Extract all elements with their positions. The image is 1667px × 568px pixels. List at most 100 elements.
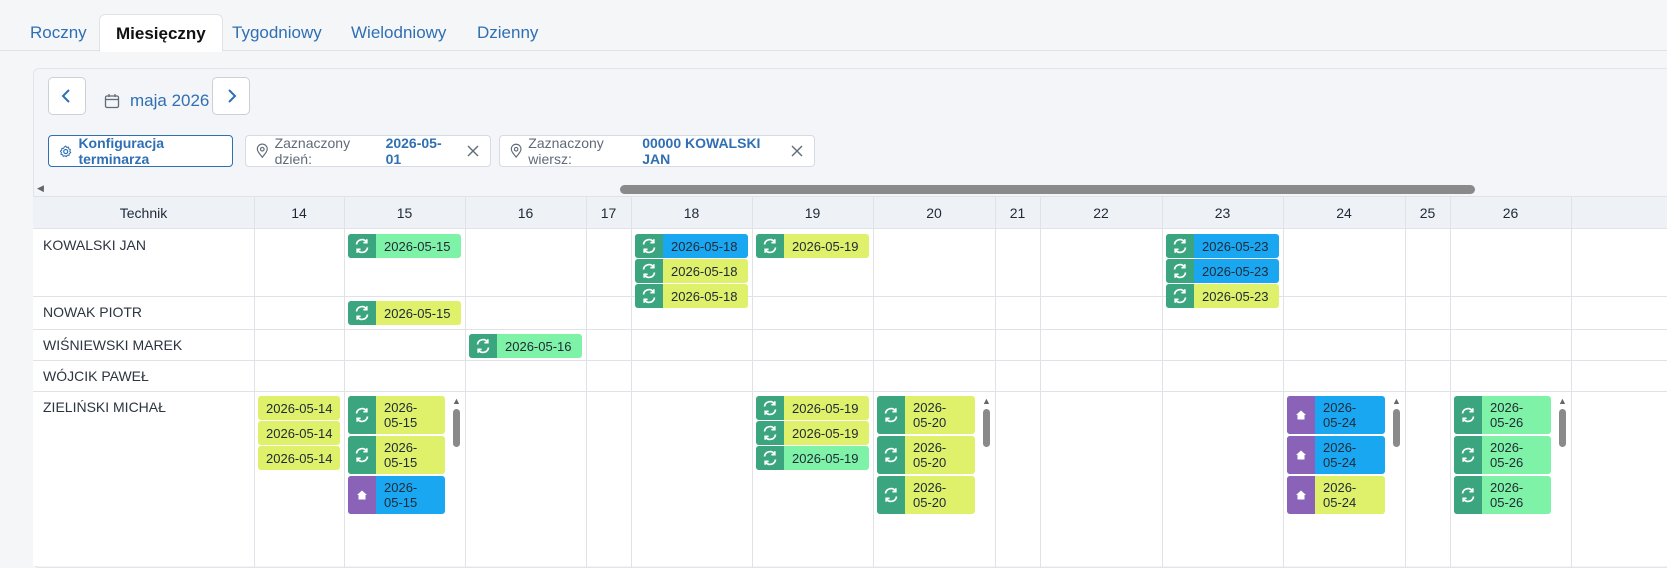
event-date: 2026-05-23 bbox=[1202, 238, 1269, 254]
event-date: 2026-05-20 bbox=[913, 400, 947, 430]
cell-scrollbar[interactable]: ▲ bbox=[1557, 397, 1567, 487]
day-header-21[interactable]: 21 bbox=[995, 197, 1040, 229]
cell-scrollbar[interactable]: ▲ bbox=[451, 397, 461, 487]
chevron-left-icon bbox=[61, 89, 70, 103]
event-block[interactable]: 2026-05-15 bbox=[348, 301, 461, 325]
event-block[interactable]: 2026-05-20 bbox=[877, 436, 975, 474]
day-header-25[interactable]: 25 bbox=[1405, 197, 1450, 229]
event-date: 2026-05-18 bbox=[671, 263, 738, 279]
event-date: 2026-05-19 bbox=[792, 400, 859, 416]
event-block[interactable]: 2026-05-18 bbox=[635, 259, 748, 283]
day-header-19[interactable]: 19 bbox=[752, 197, 873, 229]
event-block[interactable]: 2026-05-20 bbox=[877, 476, 975, 514]
event-date: 2026-05-16 bbox=[505, 338, 572, 354]
event-block[interactable]: 2026-05-19 bbox=[756, 234, 869, 258]
scroll-left-arrow-icon[interactable]: ◀ bbox=[37, 183, 44, 194]
day-header-14[interactable]: 14 bbox=[254, 197, 344, 229]
event-block[interactable]: 2026-05-23 bbox=[1166, 284, 1279, 308]
event-date: 2026-05-14 bbox=[266, 425, 333, 441]
day-header-26[interactable]: 26 bbox=[1450, 197, 1571, 229]
prev-month-button[interactable] bbox=[48, 77, 86, 115]
event-block[interactable]: 2026-05-14 bbox=[258, 446, 340, 470]
event-block[interactable]: 2026-05-24 bbox=[1287, 476, 1385, 514]
refresh-icon bbox=[1454, 476, 1482, 514]
cell-scrollbar-thumb[interactable] bbox=[983, 409, 990, 447]
event-date: 2026-05-14 bbox=[266, 400, 333, 416]
refresh-icon bbox=[756, 446, 784, 470]
month-picker[interactable]: maja 2026 bbox=[104, 88, 209, 114]
column-divider bbox=[1283, 197, 1284, 567]
refresh-icon bbox=[635, 234, 663, 258]
column-divider bbox=[1450, 197, 1451, 567]
event-block[interactable]: 2026-05-26 bbox=[1454, 476, 1551, 514]
day-header-16[interactable]: 16 bbox=[465, 197, 586, 229]
cell-scrollbar[interactable]: ▲ bbox=[1391, 397, 1401, 487]
tab-miesieczny[interactable]: Miesięczny bbox=[99, 14, 223, 52]
config-button[interactable]: Konfiguracja terminarza bbox=[48, 135, 233, 167]
cell-scrollbar-thumb[interactable] bbox=[1559, 409, 1566, 447]
event-date: 2026-05-15 bbox=[384, 440, 418, 470]
event-block[interactable]: 2026-05-15 bbox=[348, 396, 445, 434]
event-date: 2026-05-15 bbox=[384, 480, 418, 510]
tab-dzienny[interactable]: Dzienny bbox=[461, 14, 554, 51]
refresh-icon bbox=[348, 234, 376, 258]
event-block[interactable]: 2026-05-26 bbox=[1454, 436, 1551, 474]
event-date: 2026-05-15 bbox=[384, 305, 451, 321]
refresh-icon bbox=[756, 421, 784, 445]
day-header-22[interactable]: 22 bbox=[1040, 197, 1162, 229]
event-block[interactable]: 2026-05-15 bbox=[348, 436, 445, 474]
cell-scrollbar[interactable]: ▲ bbox=[981, 397, 991, 487]
day-header-18[interactable]: 18 bbox=[631, 197, 752, 229]
clear-day-close-icon[interactable] bbox=[466, 144, 480, 158]
clear-row-close-icon[interactable] bbox=[790, 144, 804, 158]
event-block[interactable]: 2026-05-15 bbox=[348, 234, 461, 258]
event-block[interactable]: 2026-05-15 bbox=[348, 476, 445, 514]
event-block[interactable]: 2026-05-14 bbox=[258, 396, 340, 420]
event-block[interactable]: 2026-05-16 bbox=[469, 334, 582, 358]
selected-day-chip: Zaznaczony dzień: 2026-05-01 bbox=[245, 135, 491, 167]
refresh-icon bbox=[1166, 284, 1194, 308]
home-icon bbox=[1287, 476, 1315, 514]
event-block[interactable]: 2026-05-18 bbox=[635, 234, 748, 258]
tab-wielodniowy[interactable]: Wielodniowy bbox=[335, 14, 462, 51]
event-block[interactable]: 2026-05-19 bbox=[756, 446, 869, 470]
day-header-20[interactable]: 20 bbox=[873, 197, 995, 229]
selected-day-value: 2026-05-01 bbox=[385, 135, 442, 167]
event-block[interactable]: 2026-05-20 bbox=[877, 396, 975, 434]
event-block[interactable]: 2026-05-26 bbox=[1454, 396, 1551, 434]
scroll-up-arrow-icon[interactable]: ▲ bbox=[1558, 397, 1567, 406]
technician-name[interactable]: WÓJCIK PAWEŁ bbox=[43, 368, 149, 384]
day-header-24[interactable]: 24 bbox=[1283, 197, 1405, 229]
column-divider bbox=[995, 197, 996, 567]
scroll-up-arrow-icon[interactable]: ▲ bbox=[1392, 397, 1401, 406]
column-divider bbox=[254, 197, 255, 567]
tab-roczny[interactable]: Roczny bbox=[14, 14, 103, 51]
day-header-23[interactable]: 23 bbox=[1162, 197, 1283, 229]
home-icon bbox=[1287, 436, 1315, 474]
day-header-15[interactable]: 15 bbox=[344, 197, 465, 229]
event-block[interactable]: 2026-05-19 bbox=[756, 421, 869, 445]
next-month-button[interactable] bbox=[212, 77, 250, 115]
scroll-up-arrow-icon[interactable]: ▲ bbox=[452, 397, 461, 406]
column-divider bbox=[1162, 197, 1163, 567]
technician-name[interactable]: ZIELIŃSKI MICHAŁ bbox=[43, 399, 166, 415]
chevron-right-icon bbox=[228, 89, 237, 103]
scrollbar-thumb[interactable] bbox=[620, 185, 1475, 194]
tab-tygodniowy[interactable]: Tygodniowy bbox=[216, 14, 338, 51]
event-date: 2026-05-19 bbox=[792, 450, 859, 466]
event-block[interactable]: 2026-05-14 bbox=[258, 421, 340, 445]
technician-name[interactable]: WIŚNIEWSKI MAREK bbox=[43, 337, 182, 353]
cell-scrollbar-thumb[interactable] bbox=[453, 409, 460, 447]
event-block[interactable]: 2026-05-19 bbox=[756, 396, 869, 420]
event-block[interactable]: 2026-05-23 bbox=[1166, 259, 1279, 283]
event-block[interactable]: 2026-05-24 bbox=[1287, 436, 1385, 474]
event-block[interactable]: 2026-05-18 bbox=[635, 284, 748, 308]
horizontal-scrollbar[interactable]: ◀ bbox=[33, 183, 1667, 195]
scroll-up-arrow-icon[interactable]: ▲ bbox=[982, 397, 991, 406]
technician-name[interactable]: KOWALSKI JAN bbox=[43, 237, 146, 253]
event-block[interactable]: 2026-05-24 bbox=[1287, 396, 1385, 434]
cell-scrollbar-thumb[interactable] bbox=[1393, 409, 1400, 447]
event-block[interactable]: 2026-05-23 bbox=[1166, 234, 1279, 258]
day-header-17[interactable]: 17 bbox=[586, 197, 631, 229]
technician-name[interactable]: NOWAK PIOTR bbox=[43, 304, 142, 320]
